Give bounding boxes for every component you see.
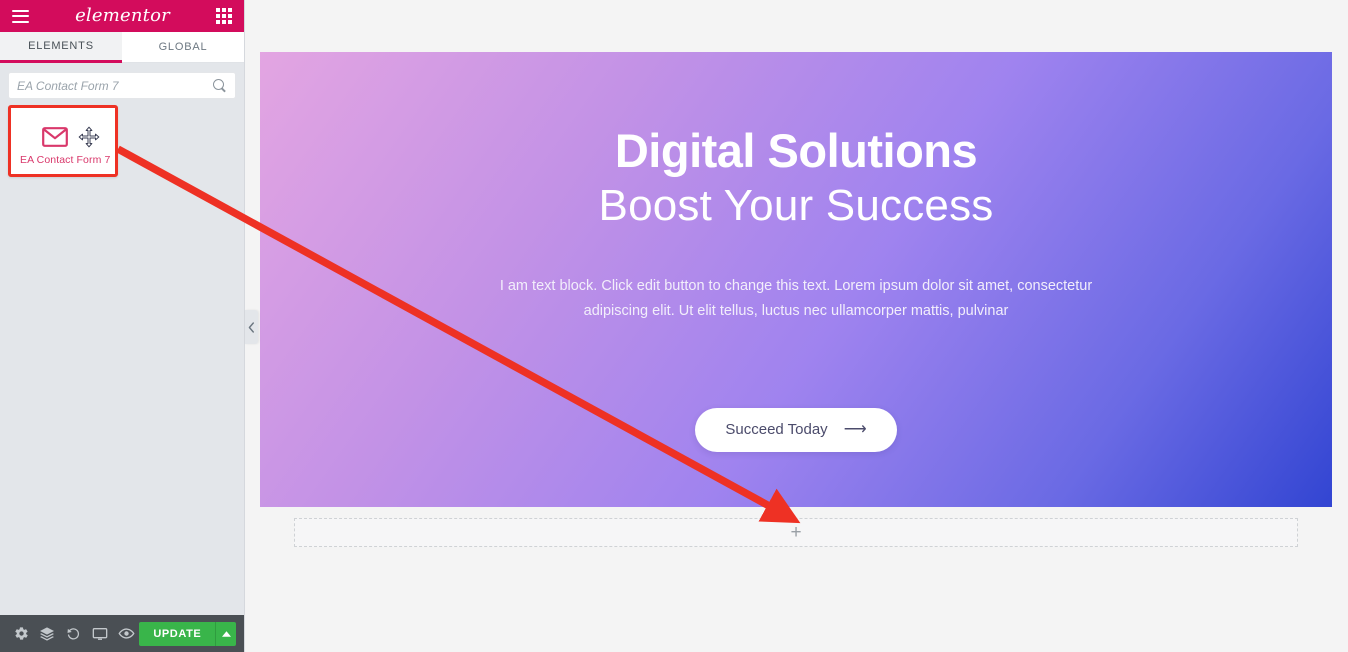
hamburger-icon[interactable] — [12, 9, 29, 23]
update-button[interactable]: UPDATE — [139, 621, 216, 646]
plus-icon: + — [790, 521, 802, 543]
navigator-button[interactable] — [34, 615, 60, 652]
hero-body-text: I am text block. Click edit button to ch… — [499, 277, 1093, 319]
arrow-right-icon: ⟶ — [843, 420, 867, 438]
panel-footer: UPDATE — [0, 615, 244, 652]
succeed-today-button[interactable]: Succeed Today ⟶ — [695, 407, 897, 452]
grid-icon[interactable] — [215, 8, 232, 24]
panel-search-area — [0, 63, 244, 105]
update-caret-button[interactable] — [215, 621, 237, 646]
layers-icon — [40, 626, 55, 641]
search-input[interactable] — [17, 78, 213, 93]
hero-heading: Digital Solutions — [614, 124, 978, 177]
widget-icon-row — [42, 126, 100, 148]
panel-collapse-handle[interactable] — [245, 310, 258, 344]
search-bar[interactable] — [8, 72, 236, 99]
envelope-icon — [42, 126, 68, 147]
history-icon — [67, 628, 80, 640]
chevron-left-icon — [248, 321, 254, 333]
search-icon[interactable] — [213, 78, 227, 93]
widget-ea-contact-form-7[interactable]: EA Contact Form 7 — [8, 105, 118, 177]
eye-icon — [118, 628, 135, 639]
editor-panel: elementor ELEMENTS GLOBAL EA Contact For… — [0, 0, 245, 652]
tab-global[interactable]: GLOBAL — [122, 32, 244, 63]
hero-section[interactable]: Digital Solutions Boost Your Success I a… — [260, 52, 1332, 507]
caret-up-icon — [221, 630, 231, 637]
succeed-today-label: Succeed Today — [725, 421, 828, 439]
preview-button[interactable] — [113, 615, 139, 652]
elementor-logo: elementor — [75, 4, 170, 26]
panel-header: elementor — [0, 0, 244, 32]
editor-canvas: Digital Solutions Boost Your Success I a… — [245, 0, 1348, 652]
widget-label: EA Contact Form 7 — [20, 154, 111, 166]
widget-list: EA Contact Form 7 — [0, 105, 244, 177]
widget-drop-zone[interactable]: + — [294, 518, 1298, 547]
history-button[interactable] — [61, 615, 87, 652]
tab-elements[interactable]: ELEMENTS — [0, 32, 122, 63]
panel-tabs: ELEMENTS GLOBAL — [0, 32, 244, 63]
responsive-mode-button[interactable] — [87, 615, 113, 652]
gear-icon — [14, 627, 28, 640]
move-cursor-icon — [78, 126, 100, 147]
hero-subheading: Boost Your Success — [598, 181, 994, 231]
elementor-editor: elementor ELEMENTS GLOBAL EA Contact For… — [0, 0, 1348, 652]
settings-button[interactable] — [8, 615, 34, 652]
monitor-icon — [92, 627, 108, 640]
